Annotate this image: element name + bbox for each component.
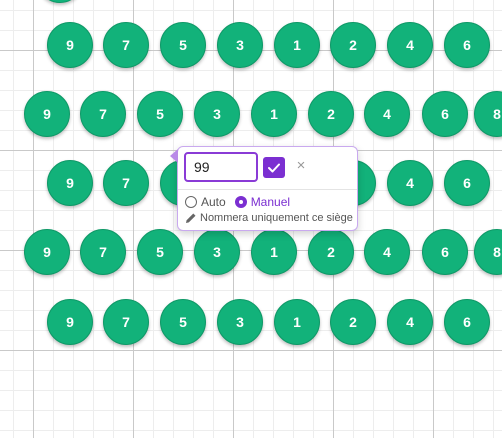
seat[interactable]: 4 — [387, 299, 433, 345]
close-button[interactable]: × — [294, 156, 308, 176]
seat[interactable]: 2 — [308, 91, 354, 137]
radio-manuel[interactable]: Manuel — [234, 195, 291, 209]
pencil-icon — [186, 213, 196, 223]
seat[interactable]: 9 — [47, 22, 93, 68]
numbering-mode: Auto Manuel — [185, 194, 299, 210]
seat[interactable]: 5 — [137, 91, 183, 137]
hint-text-row: Nommera uniquement ce siège — [185, 211, 353, 225]
radio-auto-label: Auto — [201, 195, 226, 209]
radio-manuel-circle[interactable] — [234, 196, 247, 208]
seat[interactable]: 3 — [194, 91, 240, 137]
seat-label-popup: × Auto Manuel Nommera uniquement ce sièg… — [170, 146, 358, 231]
seat[interactable]: 1 — [274, 22, 320, 68]
seat[interactable]: 7 — [103, 160, 149, 206]
confirm-button[interactable] — [263, 157, 285, 178]
seat[interactable]: 6 — [444, 160, 490, 206]
seat[interactable]: 9 — [47, 160, 93, 206]
seat-label-input[interactable] — [184, 152, 258, 182]
seat[interactable]: 7 — [80, 229, 126, 275]
seat[interactable]: 7 — [103, 299, 149, 345]
seat[interactable]: 3 — [217, 22, 263, 68]
seat[interactable]: 4 — [364, 229, 410, 275]
seat[interactable]: 9 — [47, 299, 93, 345]
seat[interactable]: 2 — [330, 299, 376, 345]
seat[interactable]: 1 — [251, 229, 297, 275]
radio-auto-circle[interactable] — [185, 196, 197, 208]
seat[interactable]: 1 — [274, 299, 320, 345]
seat[interactable]: 1 — [251, 91, 297, 137]
seat[interactable]: 9 — [24, 229, 70, 275]
seat[interactable]: 6 — [444, 22, 490, 68]
seat[interactable]: 7 — [103, 22, 149, 68]
popup-pointer — [170, 149, 178, 163]
radio-auto[interactable]: Auto — [185, 195, 226, 209]
seat[interactable]: 5 — [137, 229, 183, 275]
seat[interactable]: 5 — [160, 22, 206, 68]
seat[interactable]: 3 — [217, 299, 263, 345]
seat[interactable]: 2 — [330, 22, 376, 68]
seat[interactable]: 5 — [160, 299, 206, 345]
radio-manuel-label: Manuel — [250, 195, 291, 209]
hint-text: Nommera uniquement ce siège — [200, 212, 353, 224]
check-icon — [268, 163, 280, 172]
seat[interactable]: 6 — [422, 91, 468, 137]
seat-edge[interactable] — [37, 0, 83, 3]
seat[interactable]: 2 — [308, 229, 354, 275]
popup-divider — [178, 189, 357, 190]
seat[interactable]: 6 — [444, 299, 490, 345]
seat[interactable]: 8 — [474, 229, 502, 275]
seat[interactable]: 3 — [194, 229, 240, 275]
seat[interactable]: 6 — [422, 229, 468, 275]
seat[interactable]: 4 — [364, 91, 410, 137]
seat[interactable]: 7 — [80, 91, 126, 137]
seat[interactable]: 8 — [474, 91, 502, 137]
seat[interactable]: 9 — [24, 91, 70, 137]
seat[interactable]: 4 — [387, 22, 433, 68]
seat[interactable]: 4 — [387, 160, 433, 206]
